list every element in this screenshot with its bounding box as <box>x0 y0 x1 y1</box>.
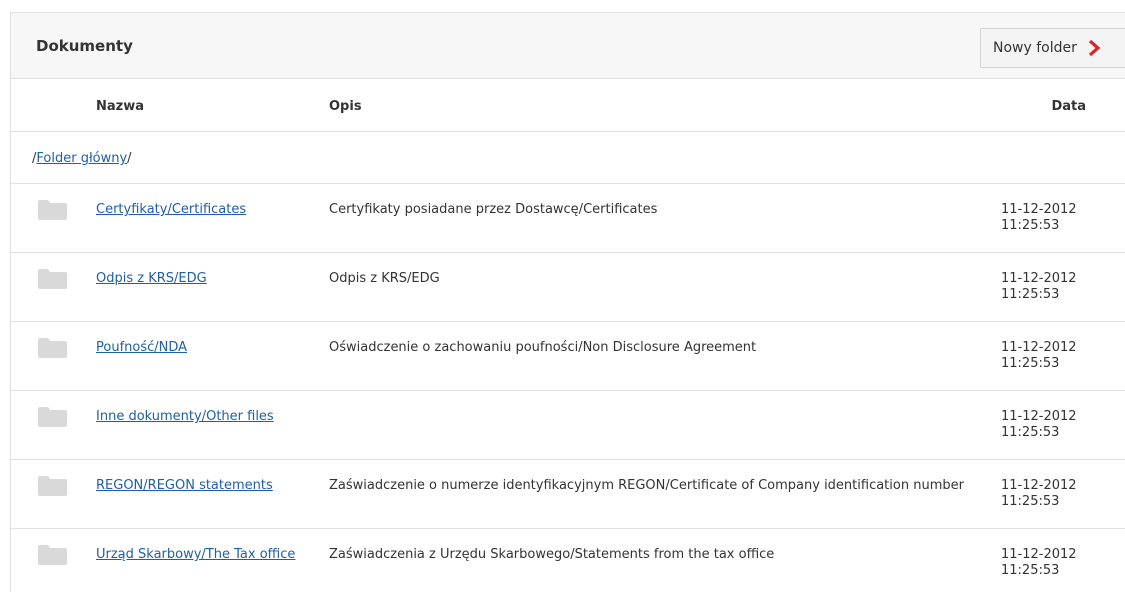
new-folder-button[interactable]: Nowy folder <box>980 28 1125 68</box>
folder-list: Certyfikaty/Certificates Certyfikaty posi… <box>11 184 1125 592</box>
folder-date-time: 11:25:53 <box>1001 494 1060 509</box>
breadcrumb-link-root[interactable]: Folder główny <box>36 151 127 166</box>
folder-date-time: 11:25:53 <box>1001 356 1060 371</box>
folder-name-link[interactable]: Inne dokumenty/Other files <box>96 409 301 425</box>
folder-date: 11-12-2012 11:25:53 <box>1001 478 1111 510</box>
folder-description: Oświadczenie o zachowaniu poufności/Non … <box>329 340 757 355</box>
folder-name-link[interactable]: Poufność/NDA <box>96 340 301 356</box>
folder-date-day: 11-12-2012 <box>1001 340 1077 355</box>
table-row[interactable]: Inne dokumenty/Other files 11-12-2012 11:2… <box>11 391 1125 460</box>
table-row[interactable]: Poufność/NDA Oświadczenie o zachowaniu po… <box>11 322 1125 391</box>
folder-description: Zaświadczenie o numerze identyfikacyjnym… <box>329 478 964 493</box>
table-row[interactable]: REGON/REGON statements Zaświadczenie o nu… <box>11 460 1125 529</box>
folder-icon <box>38 338 67 358</box>
folder-name-link[interactable]: Certyfikaty/Certificates <box>96 202 301 218</box>
new-folder-label: Nowy folder <box>993 40 1077 56</box>
folder-date: 11-12-2012 11:25:53 <box>1001 547 1111 579</box>
panel-title: Dokumenty <box>36 37 133 55</box>
table-row[interactable]: Odpis z KRS/EDG Odpis z KRS/EDG 11-12-2012… <box>11 253 1125 322</box>
folder-description: Certyfikaty posiadane przez Dostawcę/Cer… <box>329 202 658 217</box>
chevron-right-icon <box>1088 40 1101 56</box>
folder-description: Odpis z KRS/EDG <box>329 271 440 286</box>
folder-date-day: 11-12-2012 <box>1001 478 1077 493</box>
folder-date: 11-12-2012 11:25:53 <box>1001 340 1111 372</box>
breadcrumb-row: /Folder główny/ <box>11 132 1125 184</box>
folder-date: 11-12-2012 11:25:53 <box>1001 202 1111 234</box>
panel-header: Dokumenty Nowy folder <box>11 13 1125 79</box>
folder-icon <box>38 476 67 496</box>
folder-description: Zaświadczenia z Urzędu Skarbowego/Statem… <box>329 547 775 562</box>
folder-date-time: 11:25:53 <box>1001 218 1060 233</box>
folder-icon <box>38 545 67 565</box>
folder-date-day: 11-12-2012 <box>1001 202 1077 217</box>
documents-panel: Dokumenty Nowy folder Nazwa Opis Data /F… <box>10 12 1125 592</box>
folder-date-day: 11-12-2012 <box>1001 547 1077 562</box>
folder-icon <box>38 200 67 220</box>
folder-date: 11-12-2012 11:25:53 <box>1001 271 1111 303</box>
folder-icon <box>38 269 67 289</box>
table-row[interactable]: Certyfikaty/Certificates Certyfikaty posi… <box>11 184 1125 253</box>
folder-name-link[interactable]: Urząd Skarbowy/The Tax office <box>96 547 301 563</box>
folder-name-link[interactable]: Odpis z KRS/EDG <box>96 271 301 287</box>
folder-date-day: 11-12-2012 <box>1001 271 1077 286</box>
column-header-date[interactable]: Data <box>1051 99 1086 114</box>
folder-date-day: 11-12-2012 <box>1001 409 1077 424</box>
column-header-name[interactable]: Nazwa <box>96 99 144 114</box>
folder-date: 11-12-2012 11:25:53 <box>1001 409 1111 441</box>
table-header: Nazwa Opis Data <box>11 79 1125 132</box>
folder-date-time: 11:25:53 <box>1001 425 1060 440</box>
folder-name-link[interactable]: REGON/REGON statements <box>96 478 301 494</box>
breadcrumb: /Folder główny/ <box>32 151 132 166</box>
folder-icon <box>38 407 67 427</box>
folder-date-time: 11:25:53 <box>1001 563 1060 578</box>
folder-date-time: 11:25:53 <box>1001 287 1060 302</box>
column-header-description[interactable]: Opis <box>329 99 362 114</box>
table-row[interactable]: Urząd Skarbowy/The Tax office Zaświadczen… <box>11 529 1125 592</box>
breadcrumb-separator: / <box>127 151 132 166</box>
